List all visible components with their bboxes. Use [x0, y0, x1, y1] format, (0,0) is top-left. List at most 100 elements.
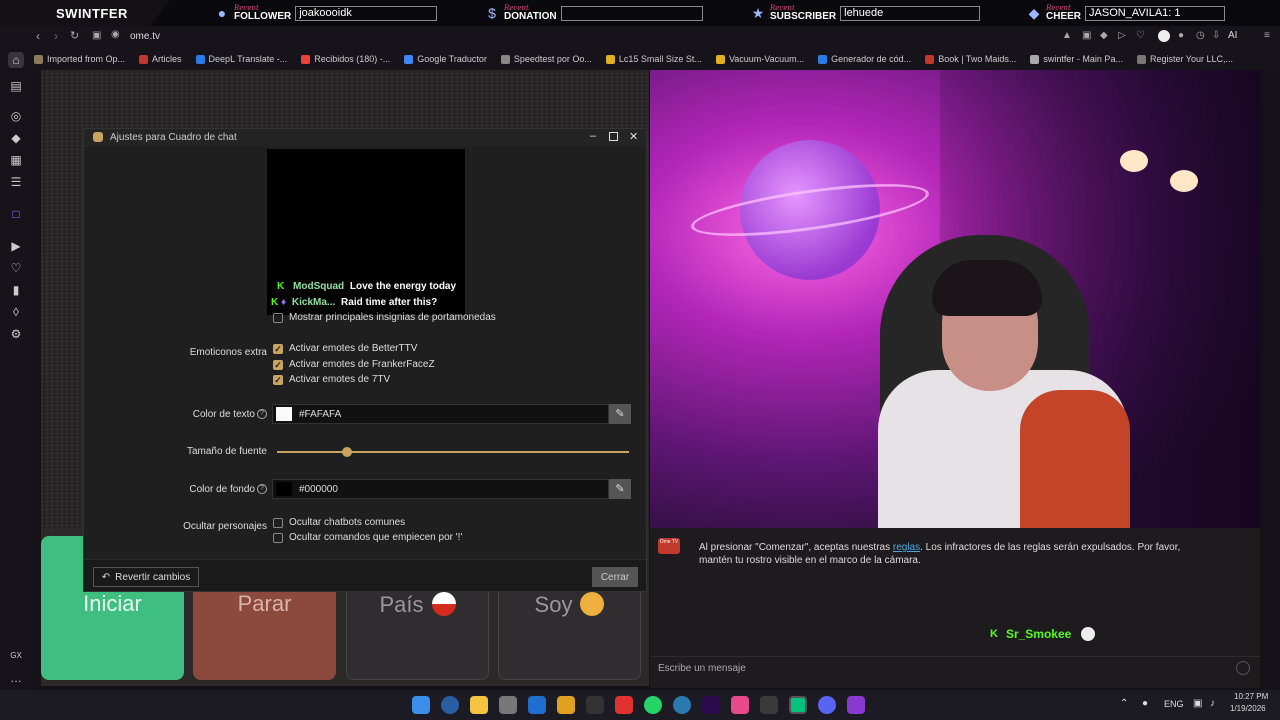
home-icon[interactable]: ⌂: [8, 52, 24, 68]
wallet-badges-checkbox[interactable]: [273, 313, 283, 323]
app-icon[interactable]: [615, 696, 633, 714]
frankerfacez-label: Activar emotes de FrankerFaceZ: [289, 359, 435, 370]
preview-text: Love the energy today: [349, 281, 457, 292]
donation-value: [560, 5, 703, 21]
play-icon[interactable]: ▶: [8, 238, 24, 254]
app-icon[interactable]: [760, 696, 778, 714]
bookmark-item[interactable]: Speedtest por Oo...: [500, 54, 592, 64]
text-color-input[interactable]: #FAFAFA: [272, 404, 609, 424]
more-icon[interactable]: …: [8, 670, 24, 686]
chat-preview: K ModSquad Love the energy today K ♦ Kic…: [267, 149, 465, 315]
hide-chatbots-checkbox[interactable]: [273, 518, 283, 528]
discord-icon[interactable]: [818, 696, 836, 714]
pin-icon[interactable]: ▲: [1062, 30, 1072, 41]
file-explorer-icon[interactable]: [470, 696, 488, 714]
clock-icon[interactable]: ◷: [1196, 30, 1205, 41]
font-size-label: Tamaño de fuente: [186, 446, 267, 457]
revert-button[interactable]: ↶ Revertir cambios: [93, 567, 199, 587]
back-icon[interactable]: ‹: [36, 29, 40, 43]
close-button[interactable]: Cerrar: [592, 567, 638, 587]
chat-username: Sr_Smokee: [1005, 627, 1072, 641]
search-icon[interactable]: [441, 696, 459, 714]
clock-time[interactable]: 10:27 PM: [1234, 692, 1268, 701]
reload-icon[interactable]: ↻: [70, 29, 79, 42]
windows-start-icon[interactable]: [412, 696, 430, 714]
monitor-icon[interactable]: ▣: [1193, 698, 1202, 709]
snapshot-icon[interactable]: ▣: [1082, 30, 1091, 41]
font-size-slider[interactable]: [277, 451, 629, 453]
diamond-icon[interactable]: ◆: [8, 130, 24, 146]
dialog-titlebar: Ajustes para Cuadro de chat – ✕: [84, 129, 646, 147]
deepl-icon: [195, 54, 205, 64]
shield-icon[interactable]: ◆: [1100, 30, 1108, 41]
app-icon[interactable]: [673, 696, 691, 714]
download-icon[interactable]: ⇩: [1212, 30, 1220, 41]
outlook-icon[interactable]: [528, 696, 546, 714]
frankerfacez-checkbox[interactable]: ✓: [273, 360, 283, 370]
bookmark-item[interactable]: Register Your LLC,...: [1136, 54, 1233, 64]
store-icon[interactable]: [499, 696, 517, 714]
premiere-icon[interactable]: [702, 696, 720, 714]
bookmark-item[interactable]: Generador de cód...: [818, 54, 911, 64]
gamepad-icon[interactable]: ▤: [8, 78, 24, 94]
bettertv-checkbox[interactable]: ✓: [273, 344, 283, 354]
page-icon: [715, 54, 725, 64]
cheer-value: JASON_AVILA1: 1: [1085, 5, 1226, 21]
settings-icon[interactable]: ⚙: [8, 326, 24, 342]
whatsapp-icon[interactable]: [644, 696, 662, 714]
app-icon[interactable]: [557, 696, 575, 714]
bookmark-item[interactable]: Book | Two Maids...: [925, 54, 1016, 64]
extensions-icon[interactable]: ◊: [8, 304, 24, 320]
obs-icon[interactable]: [789, 696, 807, 714]
app-icon[interactable]: [847, 696, 865, 714]
app-icon[interactable]: [731, 696, 749, 714]
bg-color-input[interactable]: #000000: [272, 479, 609, 499]
eyedropper-icon[interactable]: ✎: [609, 404, 631, 424]
bookmark-item[interactable]: Lc15 Small Size St...: [605, 54, 702, 64]
bookmark-item[interactable]: Vacuum-Vacuum...: [715, 54, 804, 64]
news-icon[interactable]: ▦: [8, 152, 24, 168]
gx-label[interactable]: GX: [8, 648, 24, 664]
heart-icon[interactable]: ♡: [1136, 30, 1145, 41]
bookmark-item[interactable]: Imported from Op...: [34, 54, 125, 64]
clock-date[interactable]: 1/19/2026: [1230, 704, 1266, 713]
heart-icon[interactable]: ♡: [8, 260, 24, 276]
mic-icon[interactable]: ●: [1142, 698, 1148, 709]
language-indicator[interactable]: ENG: [1164, 699, 1184, 709]
forward-icon[interactable]: ›: [54, 29, 58, 43]
bg-color-swatch: [276, 482, 292, 496]
camera-icon[interactable]: ▣: [92, 30, 101, 41]
rules-link[interactable]: reglas: [893, 542, 920, 553]
minimize-icon[interactable]: –: [590, 130, 596, 142]
bookmark-item[interactable]: DeepL Translate -...: [195, 54, 287, 64]
play-icon[interactable]: ▷: [1118, 30, 1126, 41]
close-icon[interactable]: ✕: [629, 130, 638, 143]
help-icon[interactable]: ?: [257, 484, 267, 494]
bookmark-item[interactable]: Google Traductor: [404, 54, 487, 64]
volume-icon[interactable]: ♪: [1210, 698, 1215, 709]
chat-rules-notice: Al presionar "Comenzar", aceptas nuestra…: [699, 542, 1181, 566]
help-icon[interactable]: ?: [257, 409, 267, 419]
stack-icon[interactable]: ☰: [8, 174, 24, 190]
7tv-checkbox[interactable]: ✓: [273, 375, 283, 385]
extensions-icon[interactable]: ●: [1178, 30, 1184, 41]
bookmark-icon[interactable]: ▮: [8, 282, 24, 298]
profile-icon[interactable]: [1158, 30, 1170, 42]
twitch-icon[interactable]: □: [8, 206, 24, 222]
ai-label[interactable]: AI: [1228, 30, 1237, 41]
font-size-slider-thumb[interactable]: [342, 447, 353, 457]
bookmark-item[interactable]: swintfer - Main Pa...: [1030, 54, 1123, 64]
hide-commands-checkbox[interactable]: [273, 533, 283, 543]
maximize-icon[interactable]: [609, 132, 618, 141]
bookmark-item[interactable]: Recibidos (180) -...: [301, 54, 390, 64]
message-input[interactable]: Escribe un mensaje: [650, 656, 1260, 680]
music-icon[interactable]: ◎: [8, 108, 24, 124]
menu-icon[interactable]: ≡: [1264, 30, 1270, 41]
emoji-icon[interactable]: [1236, 661, 1250, 675]
capcut-icon[interactable]: [586, 696, 604, 714]
tray-chevron-icon[interactable]: ⌃: [1120, 698, 1128, 709]
url-text[interactable]: ome.tv: [130, 31, 160, 42]
eyedropper-icon[interactable]: ✎: [609, 479, 631, 499]
bookmark-item[interactable]: Articles: [139, 54, 182, 64]
dialog-footer: ↶ Revertir cambios Cerrar: [84, 559, 646, 591]
